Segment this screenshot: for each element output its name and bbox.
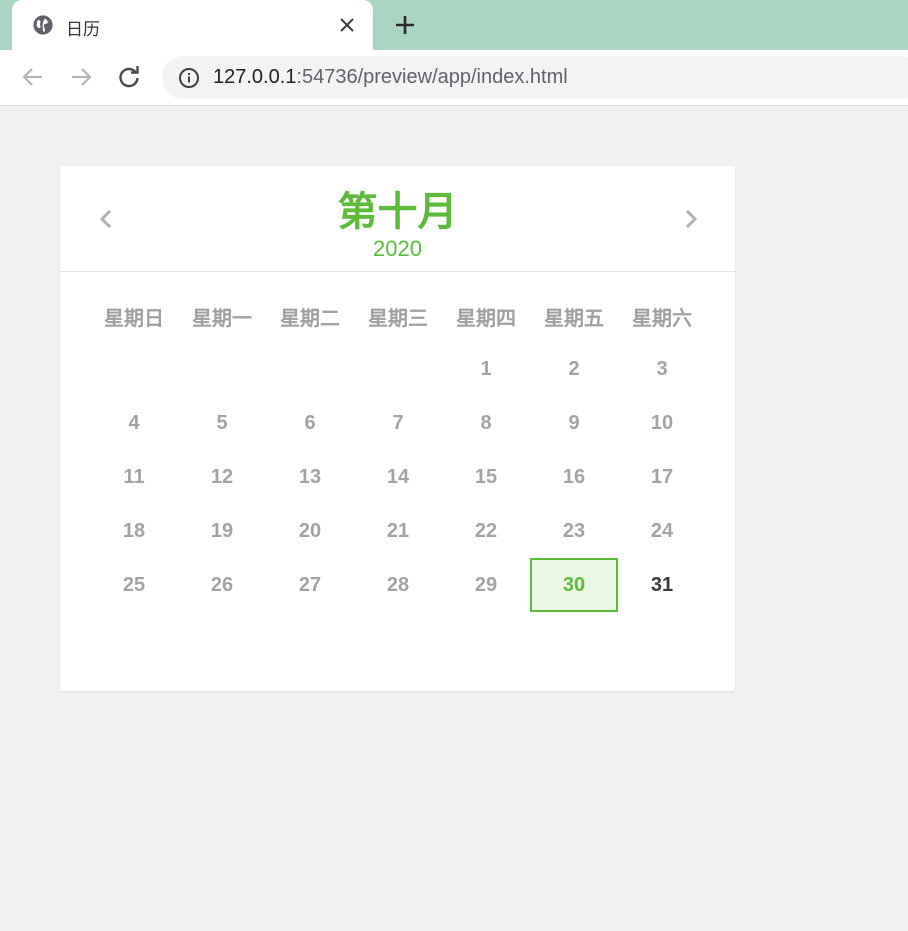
day-cell[interactable]: 29 xyxy=(442,558,530,612)
day-cell[interactable]: 26 xyxy=(178,558,266,612)
url-text[interactable]: 127.0.0.1:54736/preview/app/index.html xyxy=(213,66,568,89)
day-cell[interactable]: 18 xyxy=(90,504,178,558)
day-cell[interactable]: 27 xyxy=(266,558,354,612)
weekday-label: 星期一 xyxy=(192,306,252,330)
day-cell[interactable]: 11 xyxy=(90,450,178,504)
day-cell[interactable]: 15 xyxy=(442,450,530,504)
back-arrow-icon[interactable] xyxy=(20,64,46,90)
day-cell[interactable]: 21 xyxy=(354,504,442,558)
day-cell[interactable]: 22 xyxy=(442,504,530,558)
weekday-label: 星期三 xyxy=(368,306,428,330)
close-icon[interactable] xyxy=(337,15,357,35)
day-grid: 1 2 3 4 5 6 7 8 9 10 11 12 13 14 15 16 17 18 19 20 21 22 23 24 2… xyxy=(90,342,705,622)
next-month-chevron-icon[interactable] xyxy=(680,206,702,232)
day-cell[interactable]: 28 xyxy=(354,558,442,612)
forward-arrow-icon[interactable] xyxy=(68,64,94,90)
day-cell[interactable]: 4 xyxy=(90,396,178,450)
weekday-label: 星期五 xyxy=(544,306,604,330)
weekday-header-row: 星期日 星期一 星期二 星期三 星期四 星期五 星期六 xyxy=(90,302,705,330)
day-cell[interactable]: 14 xyxy=(354,450,442,504)
month-title: 第十月 xyxy=(337,189,458,235)
browser-toolbar: 127.0.0.1:54736/preview/app/index.html xyxy=(0,50,908,106)
tab-title: 日历 xyxy=(66,20,100,40)
day-cell[interactable]: 2 xyxy=(530,342,618,396)
day-cell[interactable]: 19 xyxy=(178,504,266,558)
day-cell-today[interactable]: 30 xyxy=(530,558,618,612)
browser-tab[interactable]: 日历 xyxy=(12,0,373,50)
weekday-label: 星期四 xyxy=(456,306,516,330)
year-label: 2020 xyxy=(373,236,422,261)
day-cell[interactable]: 23 xyxy=(530,504,618,558)
url-host: 127.0.0.1 xyxy=(213,66,297,88)
day-cell[interactable]: 16 xyxy=(530,450,618,504)
day-cell[interactable]: 25 xyxy=(90,558,178,612)
day-cell[interactable]: 3 xyxy=(618,342,706,396)
day-cell[interactable]: 24 xyxy=(618,504,706,558)
address-bar[interactable]: 127.0.0.1:54736/preview/app/index.html xyxy=(162,56,908,99)
day-cell[interactable]: 31 xyxy=(618,558,706,612)
info-icon[interactable] xyxy=(178,67,200,89)
calendar-header: 第十月 2020 xyxy=(60,166,735,272)
day-cell[interactable]: 6 xyxy=(266,396,354,450)
url-path: :54736/preview/app/index.html xyxy=(296,66,568,88)
weekday-label: 星期二 xyxy=(280,306,340,330)
new-tab-icon[interactable] xyxy=(393,13,417,37)
day-cell[interactable]: 1 xyxy=(442,342,530,396)
day-cell[interactable]: 7 xyxy=(354,396,442,450)
weekday-label: 星期六 xyxy=(632,306,692,330)
globe-icon xyxy=(33,15,53,35)
day-cell[interactable]: 10 xyxy=(618,396,706,450)
day-cell[interactable]: 13 xyxy=(266,450,354,504)
weekday-label: 星期日 xyxy=(104,306,164,330)
day-cell[interactable]: 8 xyxy=(442,396,530,450)
calendar: 第十月 2020 星期日 星期一 星期二 星期三 星期四 星期五 星期六 123456789… xyxy=(60,166,735,691)
reload-icon[interactable] xyxy=(116,64,142,90)
day-cell[interactable]: 12 xyxy=(178,450,266,504)
day-cell[interactable]: 20 xyxy=(266,504,354,558)
tab-strip: 日历 xyxy=(0,0,908,50)
day-cell[interactable]: 9 xyxy=(530,396,618,450)
day-cell[interactable]: 17 xyxy=(618,450,706,504)
day-cell[interactable]: 5 xyxy=(178,396,266,450)
